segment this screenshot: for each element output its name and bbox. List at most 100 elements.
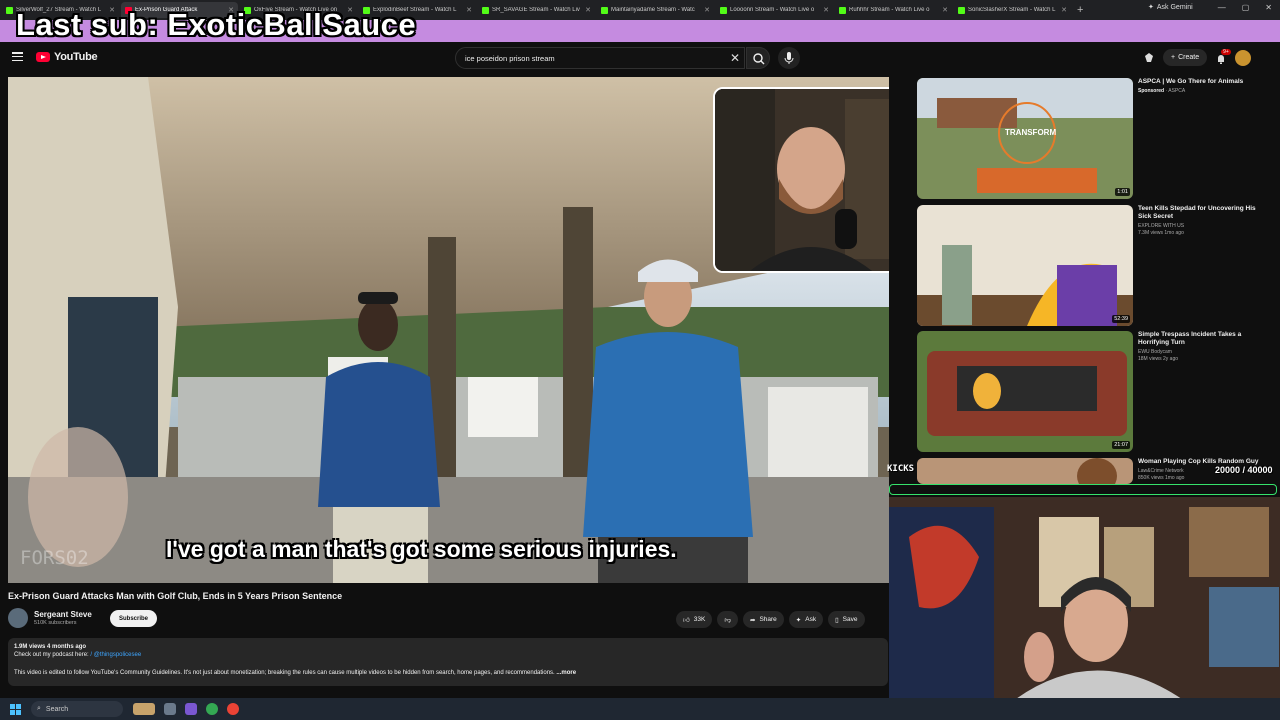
sparkle-icon: ✦: [795, 616, 802, 624]
recommendation-thumbnail[interactable]: 52:39: [917, 205, 1133, 326]
recommendation-title[interactable]: Teen Kills Stepdad for Uncovering His Si…: [1138, 205, 1262, 221]
search-value: ice poseidon prison stream: [465, 53, 555, 63]
channel-avatar[interactable]: [8, 608, 28, 628]
browser-tab[interactable]: Loooonn Stream - Watch Live o ✕: [716, 2, 833, 18]
like-count: 33K: [693, 616, 706, 623]
save-label: Save: [842, 616, 858, 623]
share-button[interactable]: ➦ Share: [742, 611, 784, 628]
youtube-header: YouTube ice poseidon prison stream ✕ + Cr…: [0, 42, 1280, 74]
recommendation-channel: ASPCA: [1168, 88, 1186, 94]
task-view-icon[interactable]: [164, 703, 176, 715]
video-duration: 1:01: [1115, 188, 1130, 196]
notifications-button[interactable]: 9+: [1215, 48, 1231, 64]
thumbnail-image: [917, 205, 1133, 326]
recommendation-meta: 850K views 1mo ago: [1138, 475, 1185, 481]
recommendation-title[interactable]: ASPCA | We Go There for Animals: [1138, 78, 1262, 86]
search-button[interactable]: [746, 47, 770, 69]
recommendation-info: ASPCA | We Go There for Animals Sponsore…: [1138, 78, 1262, 199]
account-avatar[interactable]: [1235, 49, 1252, 66]
subscribe-button[interactable]: Subscribe: [110, 610, 157, 627]
thumbnail-image: [917, 458, 1133, 484]
search-icon: [753, 53, 765, 65]
like-button[interactable]: 👍︎ 33K: [676, 611, 713, 628]
kicks-label: KICKS: [887, 464, 915, 474]
thumbs-down-icon: 👎︎: [724, 616, 731, 624]
tab-close-icon[interactable]: ✕: [942, 6, 948, 14]
close-window-icon[interactable]: ✕: [1265, 3, 1272, 12]
streamer-webcam: [889, 497, 1280, 704]
window-controls: — ▢ ✕: [1218, 3, 1272, 12]
bodycam-watermark: FORS02: [20, 547, 89, 569]
dislike-button[interactable]: 👎︎: [717, 611, 738, 628]
show-more-link[interactable]: ...more: [556, 670, 576, 676]
recommendation-thumbnail[interactable]: TRANSFORM 1:01: [917, 78, 1133, 199]
channel-name[interactable]: Sergeant Steve: [34, 610, 92, 619]
ask-gemini-button[interactable]: ✦ Ask Gemini: [1148, 3, 1193, 12]
recommendation-title[interactable]: Simple Trespass Incident Takes a Horrify…: [1138, 331, 1262, 347]
browser-tab[interactable]: SR_SAVAGE Stream - Watch Liv ✕: [478, 2, 595, 18]
video-description[interactable]: 1.9M views 4 months ago Check out my pod…: [8, 638, 888, 686]
thumbnail-image: [917, 331, 1133, 452]
tab-close-icon[interactable]: ✕: [704, 6, 710, 14]
chrome-icon[interactable]: [206, 703, 218, 715]
create-button[interactable]: + Create: [1163, 49, 1208, 66]
clear-search-icon[interactable]: ✕: [730, 51, 740, 65]
pip-streamer-image: [715, 89, 889, 271]
ask-button[interactable]: ✦ Ask: [788, 611, 824, 628]
recommendation-info: Teen Kills Stepdad for Uncovering His Si…: [1138, 205, 1262, 326]
description-line: Check out my podcast here: / @thingspoli…: [14, 652, 882, 658]
recommendation-meta: 18M views 2y ago: [1138, 356, 1179, 362]
recommendation-thumbnail[interactable]: 21:07: [917, 331, 1133, 452]
recommendation-item[interactable]: 21:07 Simple Trespass Incident Takes a H…: [917, 331, 1267, 452]
tab-title: Ruhhhr Stream - Watch Live o: [849, 7, 930, 13]
video-actions: 👍︎ 33K 👎︎ ➦ Share ✦ Ask ▯ Save: [676, 611, 865, 628]
new-tab-icon[interactable]: +: [1077, 4, 1083, 16]
browser-tab[interactable]: Ruhhhr Stream - Watch Live o ✕: [835, 2, 952, 18]
recommendation-info: Simple Trespass Incident Takes a Horrify…: [1138, 331, 1262, 452]
recommendation-item[interactable]: 52:39 Teen Kills Stepdad for Uncovering …: [917, 205, 1267, 326]
tab-close-icon[interactable]: ✕: [1061, 6, 1067, 14]
gemini-icon: ✦: [1148, 4, 1154, 11]
voice-search-button[interactable]: [778, 47, 800, 69]
kick-favicon-icon: [482, 6, 489, 14]
pip-webcam-overlay: [713, 87, 889, 273]
taskbar-search-label: Search: [45, 705, 69, 713]
widgets-icon[interactable]: [133, 703, 155, 715]
kick-favicon-icon: [601, 6, 608, 14]
recommendation-channel: EWU Bodycam: [1138, 349, 1172, 355]
share-icon: ➦: [749, 616, 756, 624]
chrome-profile-icon[interactable]: [227, 703, 239, 715]
kick-favicon-icon: [720, 6, 727, 14]
video-player[interactable]: FORS02 I've got a man that's got some se…: [8, 77, 889, 583]
kick-favicon-icon: [6, 6, 13, 14]
tab-close-icon[interactable]: ✕: [585, 6, 591, 14]
channel-info[interactable]: Sergeant Steve 510K subscribers: [8, 608, 92, 628]
thumbnail-image: [917, 78, 1133, 199]
browser-tab[interactable]: Maintainyadame Stream - Watc ✕: [597, 2, 714, 18]
hamburger-menu-icon[interactable]: [12, 52, 23, 61]
recommendation-channel: EXPLORE WITH US: [1138, 223, 1185, 229]
subscriber-count: 510K subscribers: [34, 620, 77, 626]
sponsored-label: Sponsored: [1138, 88, 1165, 94]
tab-close-icon[interactable]: ✕: [823, 6, 829, 14]
channel-mention-link[interactable]: / @thingspolicesee: [90, 652, 141, 658]
extension-icon[interactable]: [1143, 52, 1155, 64]
maximize-icon[interactable]: ▢: [1242, 3, 1250, 12]
windows-start-icon[interactable]: [10, 703, 21, 715]
bookmark-icon: ▯: [835, 616, 839, 624]
minimize-icon[interactable]: —: [1218, 3, 1226, 12]
browser-tab[interactable]: SonicSlasherX Stream - Watch L ✕: [954, 2, 1071, 18]
taskbar-search[interactable]: ⌕ Search: [31, 701, 123, 717]
microphone-icon: [784, 52, 794, 64]
save-button[interactable]: ▯ Save: [828, 611, 865, 628]
tab-close-icon[interactable]: ✕: [466, 6, 472, 14]
app-icon[interactable]: [185, 703, 197, 715]
recommendation-thumbnail[interactable]: [917, 458, 1133, 484]
description-text: This video is edited to follow YouTube's…: [14, 670, 555, 676]
search-input[interactable]: ice poseidon prison stream ✕: [455, 47, 745, 69]
ask-label: Ask: [805, 616, 817, 623]
recommendation-item[interactable]: TRANSFORM 1:01 ASPCA | We Go There for A…: [917, 78, 1267, 199]
youtube-logo[interactable]: YouTube: [36, 51, 98, 63]
search-icon: ⌕: [37, 705, 41, 712]
video-subtitle: I've got a man that's got some serious i…: [166, 536, 677, 562]
